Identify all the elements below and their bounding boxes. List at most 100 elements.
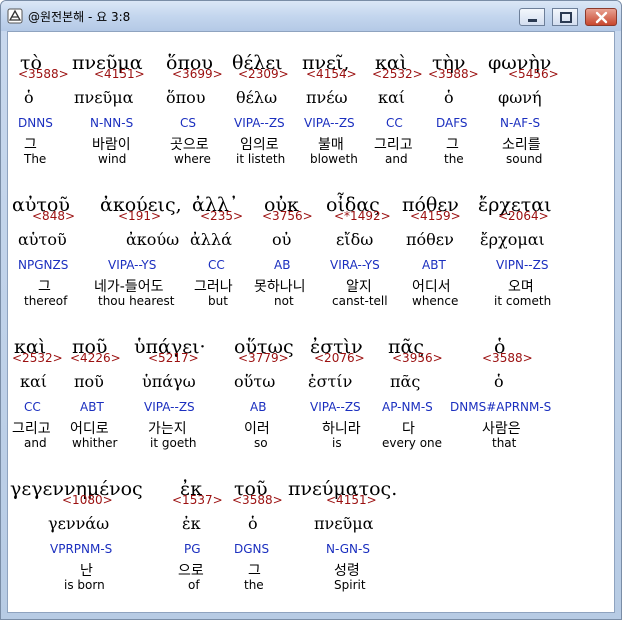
korean-gloss: 이러: [244, 421, 270, 437]
app-icon: [7, 8, 23, 24]
strongs-number: <4159>: [410, 209, 461, 223]
lemma: καί: [378, 88, 406, 107]
english-gloss: it cometh: [494, 294, 552, 308]
english-gloss: sound: [506, 152, 543, 166]
morphology-code: N-NN-S: [90, 116, 134, 130]
lemma: ἔρχομαι: [480, 230, 545, 249]
korean-gloss: 바람이: [92, 137, 131, 153]
strongs-number: <848>: [32, 209, 76, 223]
morphology-code: VPRPNM-S: [50, 542, 113, 556]
close-icon: [595, 11, 608, 24]
strongs-number: <3699>: [172, 67, 223, 81]
english-gloss: that: [492, 436, 517, 450]
english-gloss: not: [274, 294, 294, 308]
strongs-number: <*1492>: [334, 209, 391, 223]
minimize-button[interactable]: [519, 8, 545, 26]
morphology-code: VIPA--ZS: [310, 400, 361, 414]
korean-gloss: 난: [80, 563, 93, 579]
strongs-number: <235>: [200, 209, 244, 223]
korean-gloss: 성령: [334, 563, 360, 579]
minimize-icon: [528, 19, 537, 22]
english-gloss: but: [208, 294, 228, 308]
korean-gloss: 다: [402, 421, 415, 437]
korean-gloss: 불매: [318, 137, 344, 153]
korean-gloss: 곳으로: [170, 137, 209, 153]
lemma: ἀκούω: [126, 230, 180, 249]
english-gloss: canst-tell: [332, 294, 388, 308]
strongs-number: <3588>: [232, 493, 283, 507]
lemma: ὅπου: [166, 88, 206, 107]
morphology-code: PG: [184, 542, 201, 556]
strongs-number: <2532>: [372, 67, 423, 81]
morphology-code: AB: [274, 258, 291, 272]
english-gloss: it goeth: [150, 436, 197, 450]
strongs-number: <3779>: [238, 351, 289, 365]
korean-gloss: 어디서: [412, 279, 451, 295]
lemma: ὁ: [494, 372, 504, 391]
english-gloss: whither: [72, 436, 118, 450]
lemma: αὑτοῦ: [18, 230, 67, 249]
strongs-number: <1537>: [172, 493, 223, 507]
verse-display-area[interactable]: τὸ <3588> ὁ DNNS 그 The πνεῦμα <4151> πνεῦμα N-NN-…: [7, 31, 615, 613]
english-gloss: it listeth: [236, 152, 286, 166]
lemma: πᾶς: [390, 372, 421, 391]
lemma: ὑπάγω: [142, 372, 196, 391]
strongs-number: <191>: [118, 209, 162, 223]
strongs-number: <3756>: [262, 209, 313, 223]
english-gloss: every one: [382, 436, 443, 450]
strongs-number: <1080>: [62, 493, 113, 507]
morphology-code: N-GN-S: [326, 542, 370, 556]
korean-gloss: 가는지: [148, 421, 187, 437]
morphology-code: ABT: [80, 400, 104, 414]
korean-gloss: 어디로: [70, 421, 109, 437]
morphology-code: AP-NM-S: [382, 400, 433, 414]
korean-gloss: 하니라: [322, 421, 361, 437]
lemma: θέλω: [236, 88, 278, 107]
korean-gloss: 못하나니: [254, 279, 306, 295]
lemma: ὁ: [248, 514, 258, 533]
english-gloss: Spirit: [334, 578, 366, 592]
maximize-button[interactable]: [552, 8, 578, 26]
morphology-code: VIPN--ZS: [496, 258, 549, 272]
strongs-number: <3956>: [392, 351, 443, 365]
strongs-number: <3588>: [428, 67, 479, 81]
korean-gloss: 으로: [178, 563, 204, 579]
morphology-code: VIPA--ZS: [304, 116, 355, 130]
close-button[interactable]: [585, 8, 617, 26]
lemma: πνεῦμα: [314, 514, 374, 533]
morphology-code: AB: [250, 400, 267, 414]
window-title: @원전본해 - 요 3:8: [28, 10, 131, 24]
morphology-code: N-AF-S: [500, 116, 541, 130]
lemma: οὐ: [272, 230, 292, 249]
lemma: πνέω: [306, 88, 348, 107]
lemma: ἐστίν: [308, 372, 353, 391]
lemma: ἐκ: [182, 514, 201, 533]
selected-word-highlight: [14, 60, 72, 205]
english-gloss: the: [244, 578, 264, 592]
morphology-code: DAFS: [436, 116, 468, 130]
korean-gloss: 네가-들어도: [94, 279, 164, 295]
strongs-number: <2076>: [314, 351, 365, 365]
morphology-code: NPGNZS: [18, 258, 69, 272]
english-gloss: and: [24, 436, 47, 450]
korean-gloss: 소리를: [502, 137, 541, 153]
korean-gloss: 그: [24, 137, 37, 153]
korean-gloss: 그러나: [194, 279, 233, 295]
app-window: @원전본해 - 요 3:8 τὸ <3588> ὁ DNNS 그 The πνεῦμα <41…: [0, 0, 622, 620]
morphology-code: VIPA--ZS: [144, 400, 195, 414]
morphology-code: ABT: [422, 258, 446, 272]
english-gloss: and: [385, 152, 408, 166]
lemma: ὁ: [24, 88, 34, 107]
strongs-number: <2532>: [12, 351, 63, 365]
english-gloss: where: [174, 152, 211, 166]
english-gloss: The: [24, 152, 47, 166]
english-gloss: of: [188, 578, 200, 592]
morphology-code: VIPA--ZS: [234, 116, 285, 130]
korean-gloss: 그: [38, 279, 51, 295]
maximize-icon: [560, 12, 572, 23]
korean-gloss: 그: [446, 137, 459, 153]
title-bar[interactable]: @원전본해 - 요 3:8: [1, 1, 621, 31]
english-gloss: so: [254, 436, 268, 450]
lemma: πνεῦμα: [74, 88, 134, 107]
korean-gloss: 그리고: [374, 137, 413, 153]
